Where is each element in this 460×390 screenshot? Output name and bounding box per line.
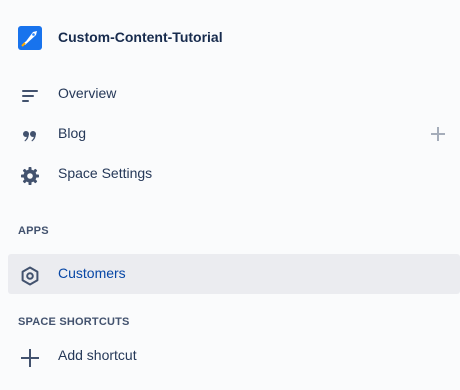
sidebar-item-label: Overview <box>58 85 117 101</box>
sidebar-item-customers[interactable]: Customers <box>8 254 460 294</box>
space-title[interactable]: Custom-Content-Tutorial <box>58 29 223 45</box>
add-shortcut-label: Add shortcut <box>58 347 137 363</box>
gear-icon <box>18 164 42 188</box>
apps-heading: APPS <box>18 225 49 237</box>
sidebar-item-overview[interactable]: Overview <box>8 74 460 114</box>
sidebar-item-label: Space Settings <box>58 165 153 181</box>
space-header[interactable] <box>18 25 42 51</box>
rocket-icon <box>18 26 42 50</box>
sidebar-item-space-settings[interactable]: Space Settings <box>8 154 460 194</box>
add-shortcut-button[interactable]: Add shortcut <box>8 336 460 376</box>
sidebar-item-label: Customers <box>58 265 126 281</box>
quote-icon <box>18 124 42 148</box>
sidebar-item-label: Blog <box>58 125 87 141</box>
hexagon-icon <box>18 264 42 288</box>
overview-lines-icon <box>18 84 42 108</box>
plus-icon <box>18 346 42 370</box>
sidebar-item-blog[interactable]: Blog <box>8 114 460 154</box>
plus-icon <box>431 127 445 141</box>
space-shortcuts-heading: SPACE SHORTCUTS <box>18 316 130 328</box>
add-blog-button[interactable] <box>430 126 446 142</box>
